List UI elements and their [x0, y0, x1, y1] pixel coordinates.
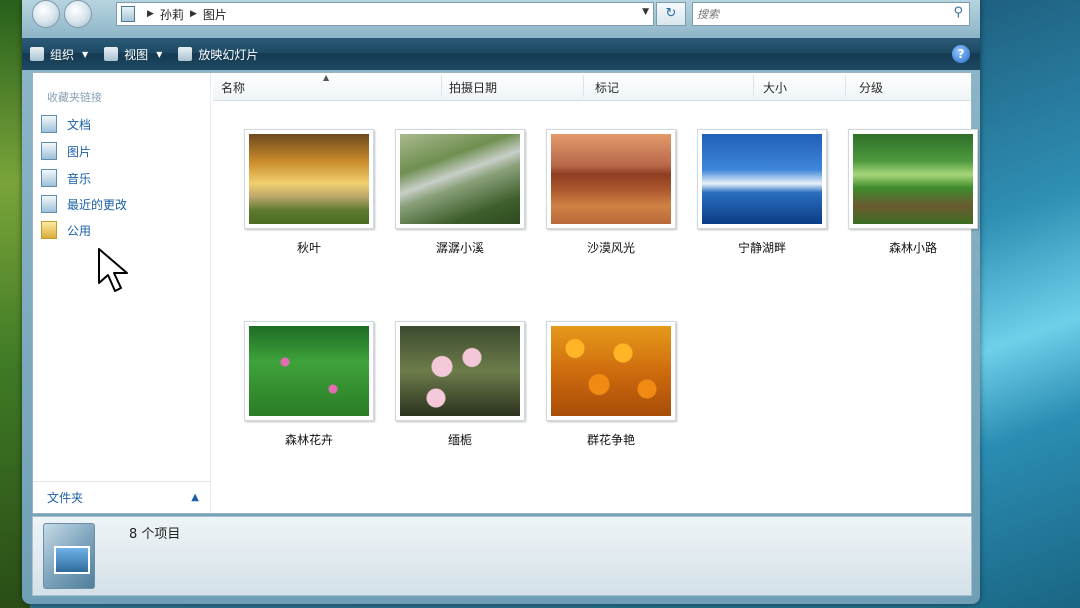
- sidebar-item-pictures[interactable]: 图片: [41, 142, 91, 160]
- column-header-name[interactable]: 名称: [221, 79, 245, 96]
- refresh-icon[interactable]: ↻: [656, 2, 686, 26]
- views-icon: [104, 47, 119, 61]
- thumbnail-caption: 森林小路: [888, 241, 937, 255]
- sidebar-item-label: 音乐: [67, 171, 92, 186]
- sidebar-item-label: 文档: [67, 117, 92, 132]
- thumbnail-caption: 宁静湖畔: [737, 241, 786, 255]
- picture-icon: [41, 142, 57, 160]
- column-header-size[interactable]: 大小: [763, 79, 787, 96]
- thumbnail-item[interactable]: 森林花卉: [244, 321, 374, 448]
- command-bar: 组织 ▼ 视图 ▼ 放映幻灯片 ?: [22, 38, 980, 70]
- thumbnail-item[interactable]: 沙漠风光: [546, 129, 676, 256]
- desktop-background-right: [970, 0, 1080, 608]
- recent-changes-icon: [41, 195, 57, 213]
- thumbnail-caption: 潺潺小溪: [435, 241, 484, 255]
- column-header-date-taken[interactable]: 拍摄日期: [449, 79, 497, 96]
- file-list: 名称 ▲ 拍摄日期 标记 大小 分级 秋叶 潺潺小溪 沙漠风光 宁静湖畔 森林小…: [213, 73, 978, 513]
- sidebar-item-recent-changes[interactable]: 最近的更改: [41, 195, 127, 213]
- breadcrumb-user[interactable]: 孙莉: [160, 6, 184, 23]
- details-pane: 8 个项目: [32, 516, 972, 596]
- breadcrumb-pictures[interactable]: 图片: [203, 6, 227, 23]
- views-label: 视图: [124, 47, 149, 62]
- thumbnail-item[interactable]: 缅栀: [395, 321, 525, 448]
- forward-button[interactable]: [64, 0, 92, 28]
- explorer-window: ▶ 孙莉 ▶ 图片 ▼ ↻ ⚲ 组织 ▼ 视图 ▼ 放映幻灯片 ?: [22, 0, 980, 604]
- slideshow-icon: [178, 47, 193, 61]
- sort-ascending-icon: ▲: [323, 73, 330, 82]
- picture-icon: [54, 546, 90, 574]
- thumbnail-caption: 森林花卉: [284, 433, 333, 447]
- chevron-down-icon: ▼: [156, 49, 163, 59]
- breadcrumb-separator-icon[interactable]: ▶: [190, 9, 197, 19]
- folders-label: 文件夹: [47, 491, 84, 505]
- column-header-tags[interactable]: 标记: [595, 79, 619, 96]
- column-divider[interactable]: [441, 75, 442, 97]
- thumbnail-caption: 秋叶: [296, 241, 321, 255]
- stream-image: [400, 134, 520, 224]
- thumbnail-item[interactable]: 潺潺小溪: [395, 129, 525, 256]
- document-icon: [41, 115, 57, 133]
- pictures-folder-large-icon: [43, 523, 95, 589]
- slideshow-label: 放映幻灯片: [198, 47, 259, 62]
- chevron-down-icon: ▼: [82, 49, 89, 59]
- search-input[interactable]: [697, 4, 937, 24]
- thumbnail-frame: [697, 129, 827, 229]
- breadcrumb-separator-icon[interactable]: ▶: [147, 9, 154, 19]
- folders-toggle[interactable]: 文件夹 ▲: [33, 481, 211, 513]
- navigation-pane: 收藏夹链接 文档 图片 音乐 最近的更改 公用 文件夹 ▲: [33, 73, 211, 513]
- desert-image: [551, 134, 671, 224]
- views-button[interactable]: 视图 ▼: [96, 40, 170, 68]
- thumbnail-item[interactable]: 秋叶: [244, 129, 374, 256]
- window-chrome: ▶ 孙莉 ▶ 图片 ▼ ↻ ⚲: [22, 0, 980, 36]
- thumbnail-frame: [546, 321, 676, 421]
- organize-label: 组织: [50, 47, 75, 62]
- organize-icon: [30, 47, 44, 61]
- address-bar[interactable]: ▶ 孙莉 ▶ 图片 ▼: [116, 2, 654, 26]
- column-header-rating[interactable]: 分级: [859, 79, 883, 96]
- music-icon: [41, 169, 57, 187]
- thumbnail-caption: 缅栀: [447, 433, 472, 447]
- blooming-flowers-image: [551, 326, 671, 416]
- thumbnail-frame: [244, 129, 374, 229]
- pictures-folder-icon: [121, 6, 135, 22]
- column-divider[interactable]: [845, 75, 846, 97]
- explorer-body: 收藏夹链接 文档 图片 音乐 最近的更改 公用 文件夹 ▲ 名称 ▲ 拍摄日期 …: [32, 72, 978, 514]
- column-divider[interactable]: [583, 75, 584, 97]
- forest-path-image: [853, 134, 973, 224]
- thumbnail-frame: [395, 321, 525, 421]
- slideshow-button[interactable]: 放映幻灯片: [170, 40, 266, 68]
- favorite-links-heading: 收藏夹链接: [47, 91, 102, 104]
- search-box[interactable]: ⚲: [692, 2, 970, 26]
- sidebar-item-music[interactable]: 音乐: [41, 169, 91, 187]
- address-dropdown-icon[interactable]: ▼: [642, 7, 649, 17]
- sidebar-item-label: 图片: [67, 144, 92, 159]
- chevron-up-icon: ▲: [191, 492, 199, 503]
- thumbnail-item[interactable]: 宁静湖畔: [697, 129, 827, 256]
- help-icon[interactable]: ?: [952, 45, 970, 63]
- thumbnail-frame: [848, 129, 978, 229]
- thumbnail-frame: [546, 129, 676, 229]
- folder-icon: [41, 221, 57, 239]
- column-divider[interactable]: [753, 75, 754, 97]
- thumbnail-caption: 沙漠风光: [586, 241, 635, 255]
- sidebar-item-documents[interactable]: 文档: [41, 115, 91, 133]
- search-icon[interactable]: ⚲: [953, 5, 963, 20]
- thumbnail-frame: [395, 129, 525, 229]
- thumbnail-item[interactable]: 森林小路: [848, 129, 978, 256]
- sidebar-item-public[interactable]: 公用: [41, 221, 91, 239]
- sidebar-item-label: 最近的更改: [67, 197, 128, 212]
- item-count: 8 个项目: [129, 527, 181, 542]
- sidebar-item-label: 公用: [67, 223, 92, 238]
- thumbnail-caption: 群花争艳: [586, 433, 635, 447]
- autumn-leaves-image: [249, 134, 369, 224]
- column-headers: 名称 ▲ 拍摄日期 标记 大小 分级: [213, 73, 971, 101]
- thumbnail-frame: [244, 321, 374, 421]
- lake-image: [702, 134, 822, 224]
- frangipani-image: [400, 326, 520, 416]
- thumbnail-item[interactable]: 群花争艳: [546, 321, 676, 448]
- mouse-cursor-icon: [98, 248, 128, 292]
- forest-flowers-image: [249, 326, 369, 416]
- organize-button[interactable]: 组织 ▼: [22, 40, 96, 68]
- back-button[interactable]: [32, 0, 60, 28]
